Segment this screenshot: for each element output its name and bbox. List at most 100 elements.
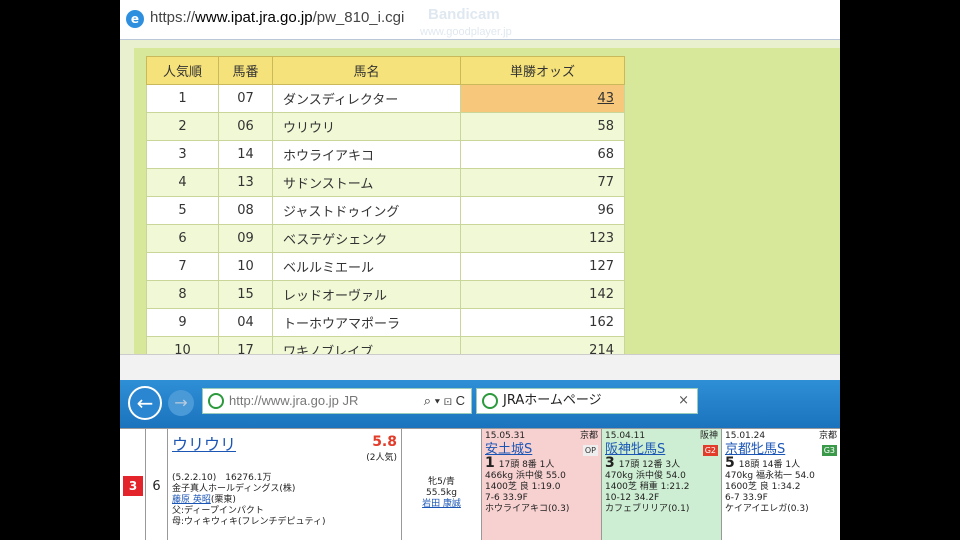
race-line: 1400芝 稍重 1:21.2 [605, 482, 690, 492]
past-race-1: 15.05.31 京都 安土城S OP 1 17頭 8番 1人 466kg 浜中俊… [482, 429, 602, 540]
win-odds[interactable]: 43 [460, 84, 625, 113]
popularity-rank: 5 [146, 196, 219, 225]
win-odds[interactable]: 77 [460, 168, 625, 197]
horse-name: トーホウアマポーラ [272, 308, 461, 337]
win-odds[interactable]: 58 [460, 112, 625, 141]
race-line: 18頭 14番 1人 [738, 460, 801, 470]
record-line: (5.2.2.10) 16276.1万 [172, 473, 272, 483]
popularity: (2人気) [366, 453, 397, 463]
table-row: 10 17 ワキノブレイブ 214 [146, 336, 625, 354]
race-date: 15.01.24 [725, 431, 766, 441]
race-venue: 阪神 [699, 431, 718, 441]
horse-number: 15 [218, 280, 273, 309]
race-line: ケイアイエレガ(0.3) [725, 504, 809, 514]
race-line: 470kg 浜中俊 54.0 [605, 471, 686, 481]
race-line: 17頭 12番 3人 [618, 460, 681, 470]
race-date: 15.05.31 [485, 431, 526, 441]
table-row: 8 15 レッドオーヴァル 142 [146, 280, 625, 309]
past-race-3: 15.01.24 京都 京都牝馬S G3 5 18頭 14番 1人 470kg 福… [722, 429, 840, 540]
win-odds[interactable]: 68 [460, 140, 625, 169]
header-win-odds: 単勝オッズ [460, 56, 625, 85]
finish-rank: 5 [725, 455, 735, 471]
horse-number: 10 [218, 252, 273, 281]
horse-name: ウリウリ [272, 112, 461, 141]
grade-badge: G3 [821, 445, 837, 456]
race-line: 7-6 33.9F [485, 493, 528, 503]
jra-favicon-icon [208, 393, 224, 409]
jra-browser-window: ← → http://www.jra.go.jp JR ⌕ ▾ ⊡ C JRAホ… [120, 380, 840, 540]
popularity-rank: 9 [146, 308, 219, 337]
horse-name: ベルルミエール [272, 252, 461, 281]
table-row: 4 13 サドンストーム 77 [146, 168, 625, 197]
race-name-link[interactable]: 安土城S [485, 442, 598, 458]
odds-content: 人気順 馬番 馬名 単勝オッズ 1 07 ダンスディレクター 43 2 06 ウリウリ 58 3… [134, 48, 840, 354]
popularity-rank: 7 [146, 252, 219, 281]
waku-badge: 3 [123, 476, 143, 496]
win-odds[interactable]: 123 [460, 224, 625, 253]
horse-name: ベステゲシェンク [272, 224, 461, 253]
waku-cell: 3 [120, 429, 146, 540]
header-number: 馬番 [218, 56, 273, 85]
header-horse-name: 馬名 [272, 56, 461, 85]
jra-favicon-icon [482, 393, 498, 409]
race-date: 15.04.11 [605, 431, 646, 441]
popularity-rank: 2 [146, 112, 219, 141]
horse-name: ジャストドゥイング [272, 196, 461, 225]
umaban-cell: 6 [146, 429, 168, 540]
race-line: 1400芝 良 1:19.0 [485, 482, 561, 492]
race-line: 10-12 34.2F [605, 493, 660, 503]
horse-name: サドンストーム [272, 168, 461, 197]
horse-number: 04 [218, 308, 273, 337]
horse-number: 08 [218, 196, 273, 225]
browser-toolbar: ← → http://www.jra.go.jp JR ⌕ ▾ ⊡ C JRAホ… [120, 380, 840, 428]
popularity-rank: 1 [146, 84, 219, 113]
status-bar [120, 354, 840, 380]
dam: 母:ウィキウィキ(フレンチデピュティ) [172, 517, 326, 527]
close-icon[interactable]: × [678, 389, 689, 413]
grade-badge: G2 [702, 445, 718, 456]
back-arrow-icon[interactable]: ← [128, 386, 162, 420]
address-bar[interactable]: http://www.jra.go.jp JR ⌕ ▾ ⊡ C [202, 388, 472, 414]
address-tools-icon[interactable]: ⌕ ▾ ⊡ C [424, 389, 465, 413]
tab-jra-home[interactable]: JRAホームページ × [476, 388, 698, 414]
odds-table: 人気順 馬番 馬名 単勝オッズ 1 07 ダンスディレクター 43 2 06 ウリウリ 58 3… [146, 56, 625, 354]
win-odds[interactable]: 214 [460, 336, 625, 354]
race-name-link[interactable]: 京都牝馬S [725, 442, 837, 458]
horse-number: 06 [218, 112, 273, 141]
forward-arrow-icon[interactable]: → [168, 390, 194, 416]
win-odds[interactable]: 127 [460, 252, 625, 281]
win-odds[interactable]: 142 [460, 280, 625, 309]
url-text[interactable]: https://www.ipat.jra.go.jp/pw_810_i.cgi [150, 9, 404, 26]
odds-value: 5.8 [372, 434, 397, 450]
table-row: 2 06 ウリウリ 58 [146, 112, 625, 141]
sire: 父:ディープインパクト [172, 506, 264, 516]
jockey-link[interactable]: 岩田 康誠 [422, 499, 461, 509]
entry-row: 3 6 ウリウリ 5.8 (2人気) (5.2.2.10) 16276.1万 金… [120, 428, 840, 540]
race-line: 17頭 8番 1人 [498, 460, 555, 470]
popularity-rank: 8 [146, 280, 219, 309]
weight: 55.5kg [426, 488, 457, 498]
horse-name-link[interactable]: ウリウリ [172, 435, 236, 455]
trainer-link[interactable]: 藤原 英昭 [172, 495, 211, 505]
race-line: 1600芝 良 1:34.2 [725, 482, 801, 492]
table-row: 9 04 トーホウアマポーラ 162 [146, 308, 625, 337]
address-bar[interactable]: e https://www.ipat.jra.go.jp/pw_810_i.cg… [120, 0, 840, 40]
race-name-link[interactable]: 阪神牝馬S [605, 442, 718, 458]
owner: 金子真人ホールディングス(株) [172, 484, 296, 494]
table-row: 1 07 ダンスディレクター 43 [146, 84, 625, 113]
race-line: 6-7 33.9F [725, 493, 768, 503]
horse-name: レッドオーヴァル [272, 280, 461, 309]
finish-rank: 1 [485, 455, 495, 471]
table-row: 6 09 ベステゲシェンク 123 [146, 224, 625, 253]
sex-age: 牝5/青 [428, 477, 455, 487]
race-line: 466kg 浜中俊 55.0 [485, 471, 566, 481]
win-odds[interactable]: 162 [460, 308, 625, 337]
horse-number: 07 [218, 84, 273, 113]
win-odds[interactable]: 96 [460, 196, 625, 225]
ie-icon: e [126, 10, 144, 28]
popularity-rank: 4 [146, 168, 219, 197]
horse-name: ホウライアキコ [272, 140, 461, 169]
url-text[interactable]: http://www.jra.go.jp [229, 393, 339, 408]
race-line: ホウライアキコ(0.3) [485, 504, 570, 514]
popularity-rank: 3 [146, 140, 219, 169]
